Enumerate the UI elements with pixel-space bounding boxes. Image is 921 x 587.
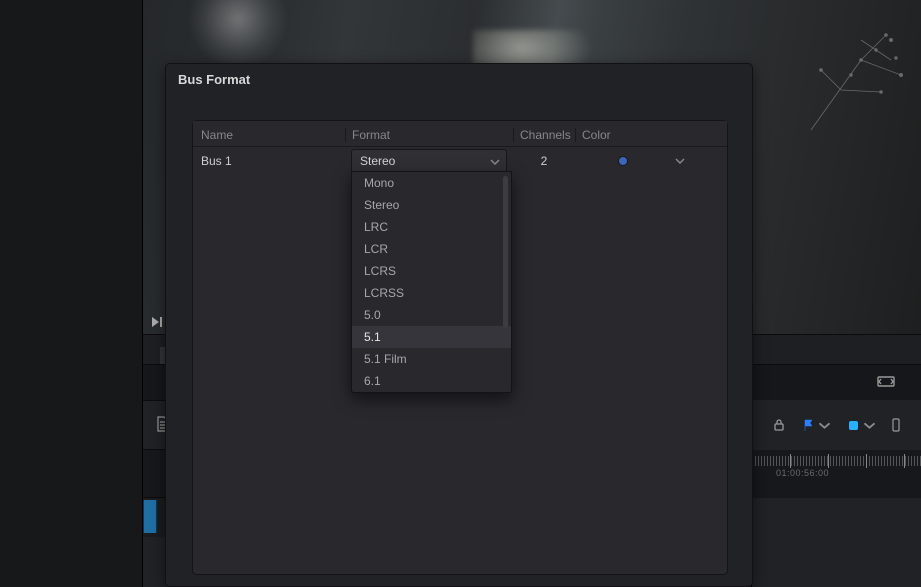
format-option[interactable]: Stereo	[352, 194, 511, 216]
ruler-ticks-major	[752, 454, 921, 468]
right-toolbar	[752, 400, 921, 450]
flag-blue-button[interactable]	[798, 415, 835, 436]
format-option[interactable]: 5.0	[352, 304, 511, 326]
timecode-label: 01:00:56:00	[776, 468, 829, 478]
format-option[interactable]: Mono	[352, 172, 511, 194]
chevron-down-icon	[818, 419, 831, 432]
chevron-down-icon	[675, 156, 685, 166]
column-header-color: Color	[575, 128, 727, 142]
format-option[interactable]: LCRSS	[352, 282, 511, 304]
bus-channels-cell: 2	[513, 154, 575, 168]
bus-color-cell[interactable]	[575, 156, 727, 166]
bus-format-cell: Stereo	[345, 149, 513, 173]
format-dropdown[interactable]: Stereo	[351, 149, 507, 173]
chevron-down-icon	[490, 157, 500, 167]
left-gutter	[0, 0, 143, 587]
preview-ambient-branch	[791, 20, 911, 140]
flag-teal-button[interactable]	[843, 415, 880, 436]
chevron-down-icon	[863, 419, 876, 432]
skip-next-icon[interactable]	[150, 315, 164, 329]
timecode-ruler[interactable]: 01:00:56:00	[752, 450, 921, 498]
format-option[interactable]: LRC	[352, 216, 511, 238]
expand-icon[interactable]	[877, 375, 895, 388]
dialog-body: Name Format Channels Color Bus 1 Stereo …	[192, 120, 728, 575]
lock-button[interactable]	[768, 414, 790, 436]
dialog-title: Bus Format	[166, 64, 752, 96]
format-option[interactable]: 5.1 Film	[352, 348, 511, 370]
table-header: Name Format Channels Color	[193, 121, 727, 147]
right-lower-panel	[752, 498, 921, 587]
bus-format-dialog: Bus Format Name Format Channels Color Bu…	[165, 63, 753, 587]
format-option[interactable]: 6.1	[352, 370, 511, 392]
app-root: 01:00:56:00 Bus Format Name Format Chann…	[0, 0, 921, 587]
column-header-channels: Channels	[513, 128, 575, 142]
format-option[interactable]: 5.1	[352, 326, 511, 348]
bus-name-cell[interactable]: Bus 1	[193, 154, 345, 168]
color-swatch	[619, 157, 627, 165]
timeline-clip[interactable]	[143, 500, 157, 533]
tool-extra-button[interactable]	[888, 414, 904, 436]
format-dropdown-list[interactable]: MonoStereoLRCLCRLCRSLCRSS5.05.15.1 Film6…	[351, 171, 512, 393]
format-option[interactable]: LCR	[352, 238, 511, 260]
format-dropdown-value: Stereo	[360, 154, 395, 168]
column-header-name: Name	[193, 128, 345, 142]
scrollbar-thumb[interactable]	[503, 176, 508, 328]
column-header-format: Format	[345, 128, 513, 142]
format-option[interactable]: LCRS	[352, 260, 511, 282]
